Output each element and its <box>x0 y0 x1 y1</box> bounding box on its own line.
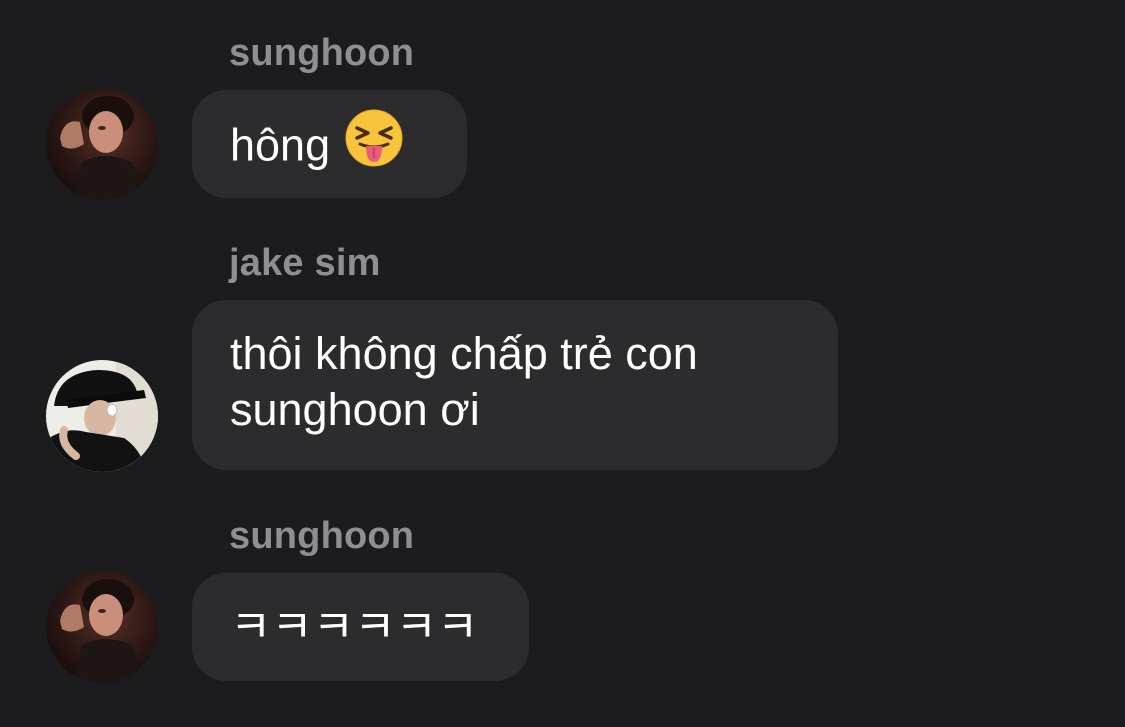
message-bubble[interactable]: thôi không chấp trẻ con sunghoon ơi <box>192 300 838 470</box>
message-bubble[interactable]: ㅋㅋㅋㅋㅋㅋ <box>192 573 529 681</box>
squinting-face-with-tongue-icon <box>344 108 404 181</box>
sender-name: jake sim <box>229 242 381 284</box>
sender-name: sunghoon <box>229 32 415 74</box>
sender-name: sunghoon <box>229 515 415 557</box>
avatar-image <box>46 360 158 472</box>
avatar-image <box>46 88 158 200</box>
avatar-image <box>46 571 158 683</box>
message-text: thôi không chấp trẻ con sunghoon ơi <box>230 328 698 435</box>
message-bubble[interactable]: hông <box>192 90 467 198</box>
sunghoon-avatar[interactable] <box>46 571 158 683</box>
message-text: hông <box>230 119 331 171</box>
jake-sim-avatar[interactable] <box>46 360 158 472</box>
message-text: ㅋㅋㅋㅋㅋㅋ <box>230 600 479 653</box>
sunghoon-avatar[interactable] <box>46 88 158 200</box>
chat-thread: sunghoon hông jake sim thôi không chấp t… <box>0 0 1125 727</box>
